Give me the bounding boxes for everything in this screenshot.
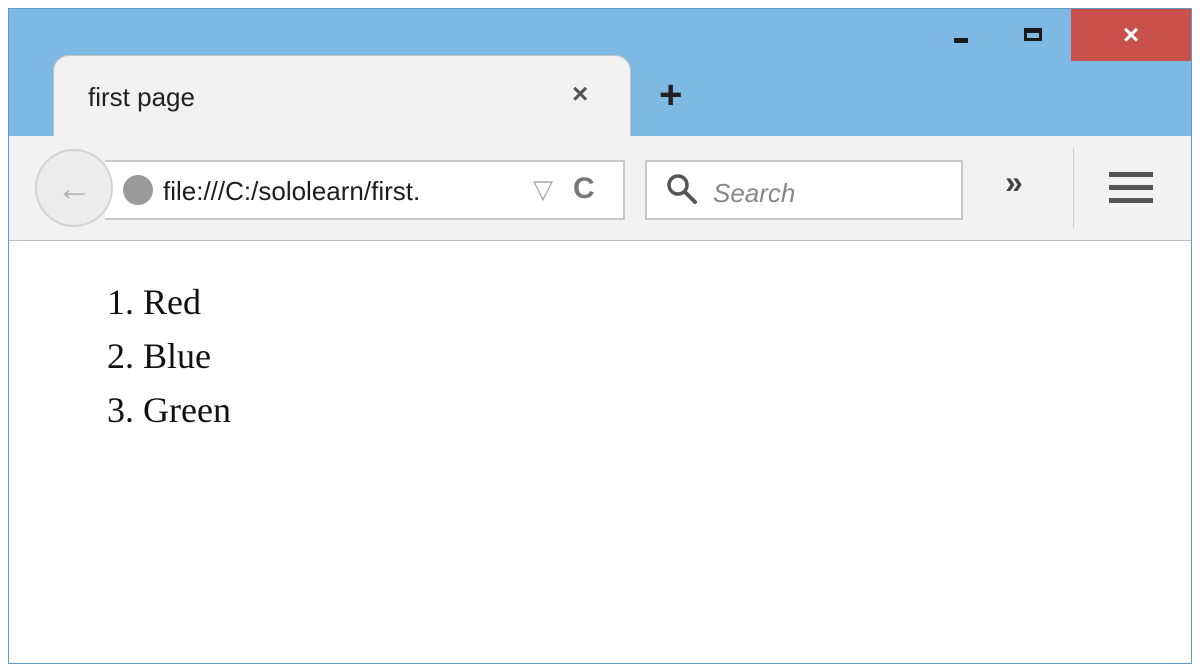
minimize-button[interactable]	[931, 9, 991, 59]
tab-title: first page	[88, 82, 195, 112]
window-close-button[interactable]: ×	[1071, 9, 1191, 61]
address-bar[interactable]: file:///C:/sololearn/first. ▽ C	[105, 160, 625, 220]
hamburger-icon-bar	[1109, 198, 1153, 203]
search-icon	[667, 174, 697, 204]
url-dropdown-icon[interactable]: ▽	[533, 174, 553, 205]
back-button[interactable]: ←	[35, 149, 113, 227]
list-item: 3. Green	[107, 390, 231, 430]
menu-button[interactable]	[1109, 172, 1153, 211]
globe-icon	[123, 175, 153, 205]
reload-icon[interactable]: C	[573, 172, 595, 206]
minimize-icon	[954, 37, 968, 43]
url-text[interactable]: file:///C:/sololearn/first.	[163, 176, 420, 207]
close-icon: ×	[1122, 19, 1140, 50]
list-item: 2. Blue	[107, 336, 211, 376]
toolbar-divider	[1073, 148, 1074, 228]
list-item: 1. Red	[107, 282, 201, 322]
search-input[interactable]: Search	[645, 160, 963, 220]
hamburger-icon-bar	[1109, 172, 1153, 177]
search-placeholder: Search	[713, 178, 796, 208]
navigation-toolbar: file:///C:/sololearn/first. ▽ C ← Search…	[9, 136, 1191, 241]
hamburger-icon-bar	[1109, 185, 1153, 190]
color-list: 1. Red 2. Blue 3. Green	[107, 275, 231, 437]
page-content: 1. Red 2. Blue 3. Green	[9, 241, 1191, 663]
overflow-chevron-icon[interactable]: »	[1005, 164, 1023, 201]
maximize-icon	[1024, 27, 1042, 41]
tab-first-page[interactable]: first page ×	[53, 55, 631, 137]
tab-close-icon[interactable]: ×	[572, 78, 588, 110]
back-arrow-icon: ←	[56, 167, 92, 208]
maximize-button[interactable]	[1003, 9, 1063, 59]
browser-window: × first page × + file:///C:/sololearn/fi…	[8, 8, 1192, 664]
new-tab-button[interactable]: +	[659, 75, 682, 115]
